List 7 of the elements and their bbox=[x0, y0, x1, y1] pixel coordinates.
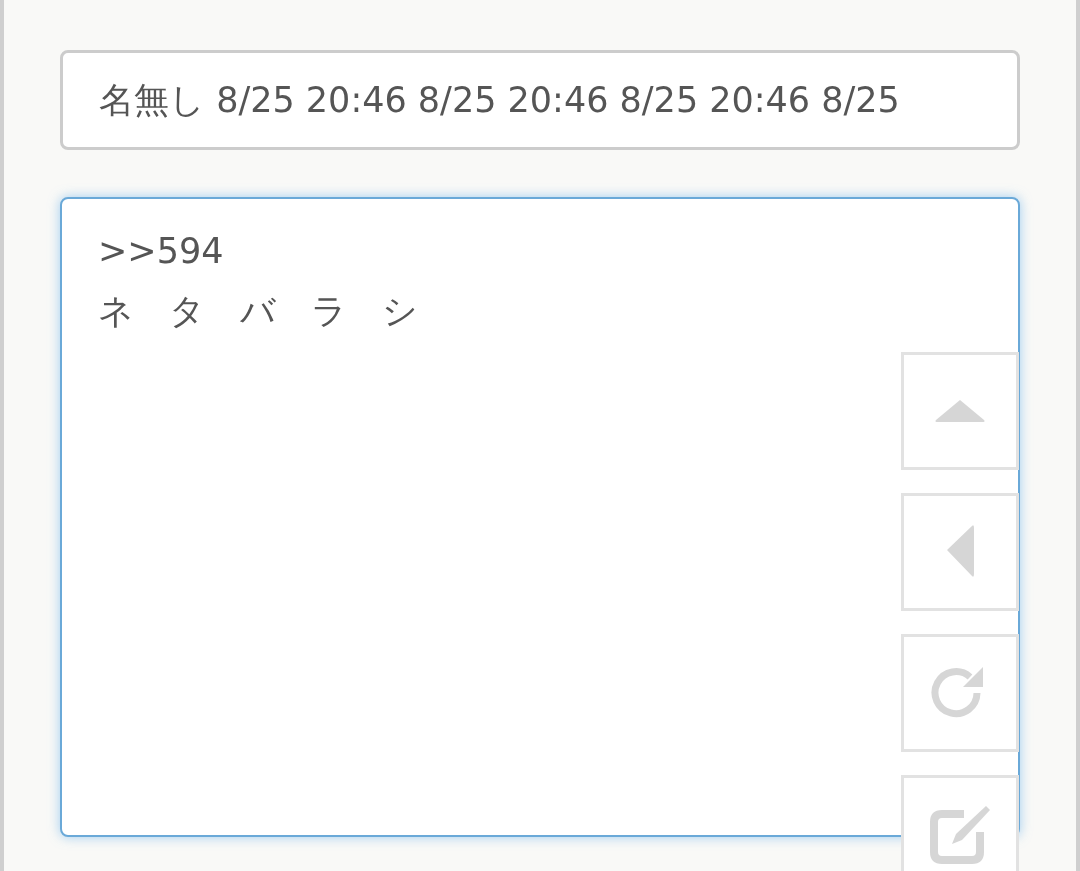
back-button[interactable] bbox=[901, 493, 1019, 611]
up-button[interactable] bbox=[901, 352, 1019, 470]
edit-icon bbox=[928, 804, 992, 864]
edit-button[interactable] bbox=[901, 775, 1019, 871]
refresh-button[interactable] bbox=[901, 634, 1019, 752]
name-field[interactable]: 名無し 8/25 20:46 8/25 20:46 8/25 20:46 8/25 bbox=[60, 50, 1020, 150]
message-field[interactable]: >>594 ネ タ バ ラ シ bbox=[60, 197, 1020, 837]
